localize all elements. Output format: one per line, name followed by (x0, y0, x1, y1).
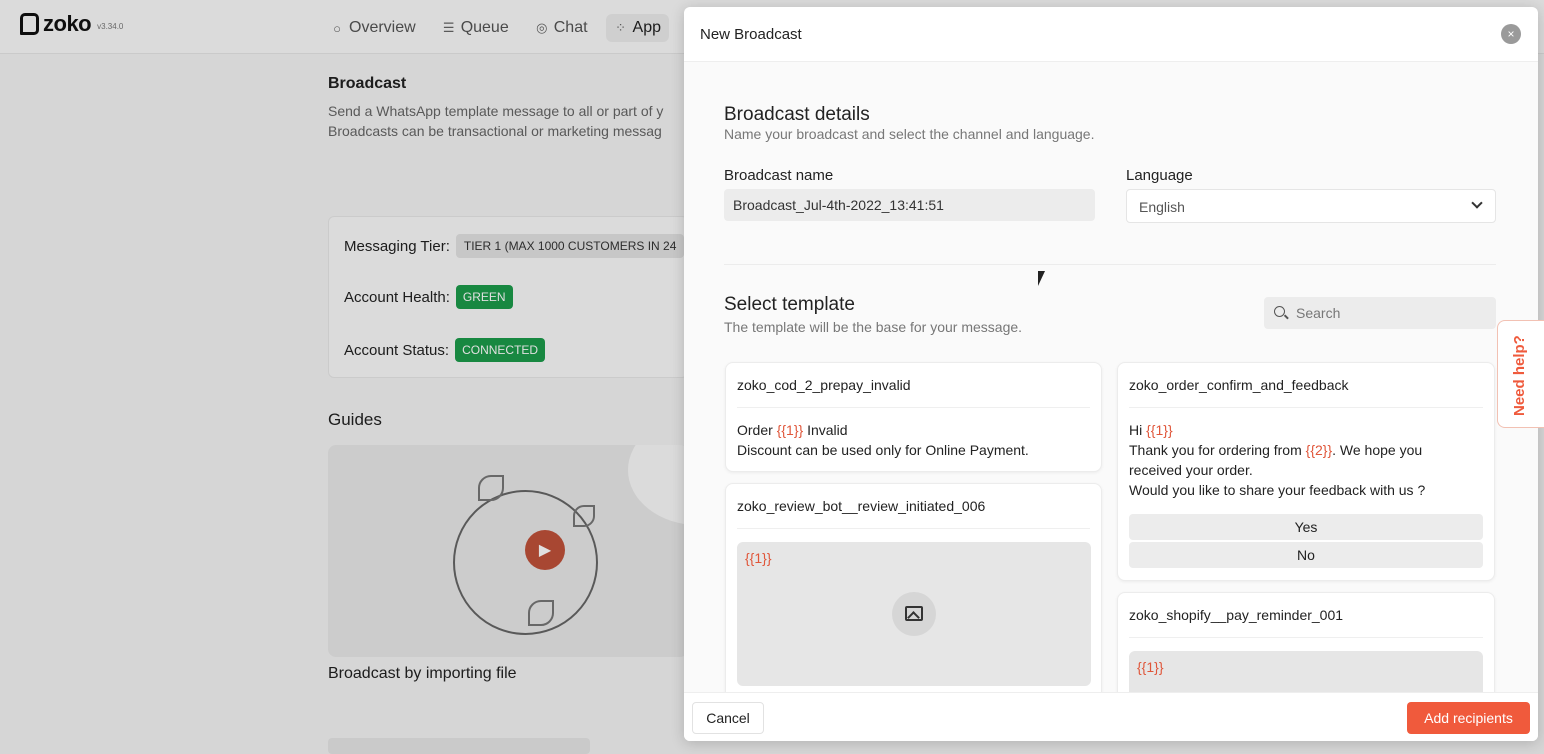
need-help-label: Need help? (1511, 335, 1528, 416)
template-media: {{1}} (1129, 651, 1483, 692)
new-broadcast-modal: New Broadcast × Broadcast details Name y… (684, 7, 1538, 741)
template-card[interactable]: zoko_cod_2_prepay_invalid Order {{1}} In… (725, 362, 1102, 472)
card-divider (1129, 407, 1483, 408)
template-search-input[interactable]: Search (1264, 297, 1496, 329)
search-placeholder: Search (1296, 305, 1341, 321)
template-variable: {{1}} (1137, 659, 1164, 675)
broadcast-name-input[interactable]: Broadcast_Jul-4th-2022_13:41:51 (724, 189, 1095, 221)
body-text: . We hope you (1332, 442, 1423, 458)
card-divider (737, 528, 1090, 529)
template-title: Select template (724, 294, 855, 315)
chevron-down-icon (1471, 197, 1483, 209)
quick-reply-no: No (1129, 542, 1483, 568)
template-name: zoko_cod_2_prepay_invalid (737, 377, 911, 393)
body-line: Hi {{1}} (1129, 420, 1425, 440)
add-recipients-button[interactable]: Add recipients (1407, 702, 1530, 734)
body-line: Thank you for ordering from {{2}}. We ho… (1129, 440, 1425, 460)
section-divider (724, 264, 1496, 265)
template-subtitle: The template will be the base for your m… (724, 319, 1023, 335)
template-variable: {{1}} (1146, 422, 1173, 438)
card-divider (1129, 637, 1483, 638)
quick-reply-yes: Yes (1129, 514, 1483, 540)
modal-title: New Broadcast (700, 26, 802, 43)
template-card[interactable]: zoko_review_bot__review_initiated_006 {{… (725, 483, 1102, 692)
template-body: Hi {{1}} Thank you for ordering from {{2… (1129, 420, 1425, 500)
body-line: Order {{1}} Invalid (737, 420, 1029, 440)
template-card[interactable]: zoko_order_confirm_and_feedback Hi {{1}}… (1117, 362, 1495, 581)
card-divider (737, 407, 1090, 408)
body-text: Invalid (803, 422, 848, 438)
language-value: English (1139, 199, 1185, 215)
body-line: received your order. (1129, 462, 1253, 478)
template-name: zoko_order_confirm_and_feedback (1129, 377, 1349, 393)
image-icon (905, 606, 923, 621)
body-line: Would you like to share your feedback wi… (1129, 482, 1426, 498)
template-body: Order {{1}} Invalid Discount can be used… (737, 420, 1029, 460)
body-line: Discount can be used only for Online Pay… (737, 442, 1029, 458)
details-subtitle: Name your broadcast and select the chann… (724, 126, 1095, 142)
template-variable: {{1}} (745, 550, 772, 566)
cancel-button[interactable]: Cancel (692, 702, 764, 734)
language-label: Language (1126, 167, 1193, 184)
close-icon[interactable]: × (1501, 24, 1521, 44)
template-variable: {{2}} (1305, 442, 1333, 458)
broadcast-name-label: Broadcast name (724, 167, 834, 184)
template-media: {{1}} (737, 542, 1091, 686)
body-text: Order (737, 422, 777, 438)
need-help-tab[interactable]: Need help? (1497, 320, 1544, 428)
language-select[interactable]: English (1126, 189, 1496, 223)
modal-body: Broadcast details Name your broadcast an… (684, 62, 1538, 692)
body-text: Thank you for ordering from (1129, 442, 1306, 458)
details-title: Broadcast details (724, 104, 870, 125)
search-icon (1274, 306, 1285, 317)
mouse-cursor-icon (1038, 271, 1050, 286)
template-name: zoko_shopify__pay_reminder_001 (1129, 607, 1344, 623)
body-text: Hi (1129, 422, 1147, 438)
image-placeholder (892, 592, 936, 636)
modal-header: New Broadcast × (684, 7, 1538, 62)
modal-footer: Cancel Add recipients (684, 692, 1538, 741)
template-card[interactable]: zoko_shopify__pay_reminder_001 {{1}} (1117, 592, 1495, 692)
template-variable: {{1}} (776, 422, 804, 438)
template-name: zoko_review_bot__review_initiated_006 (737, 498, 986, 514)
